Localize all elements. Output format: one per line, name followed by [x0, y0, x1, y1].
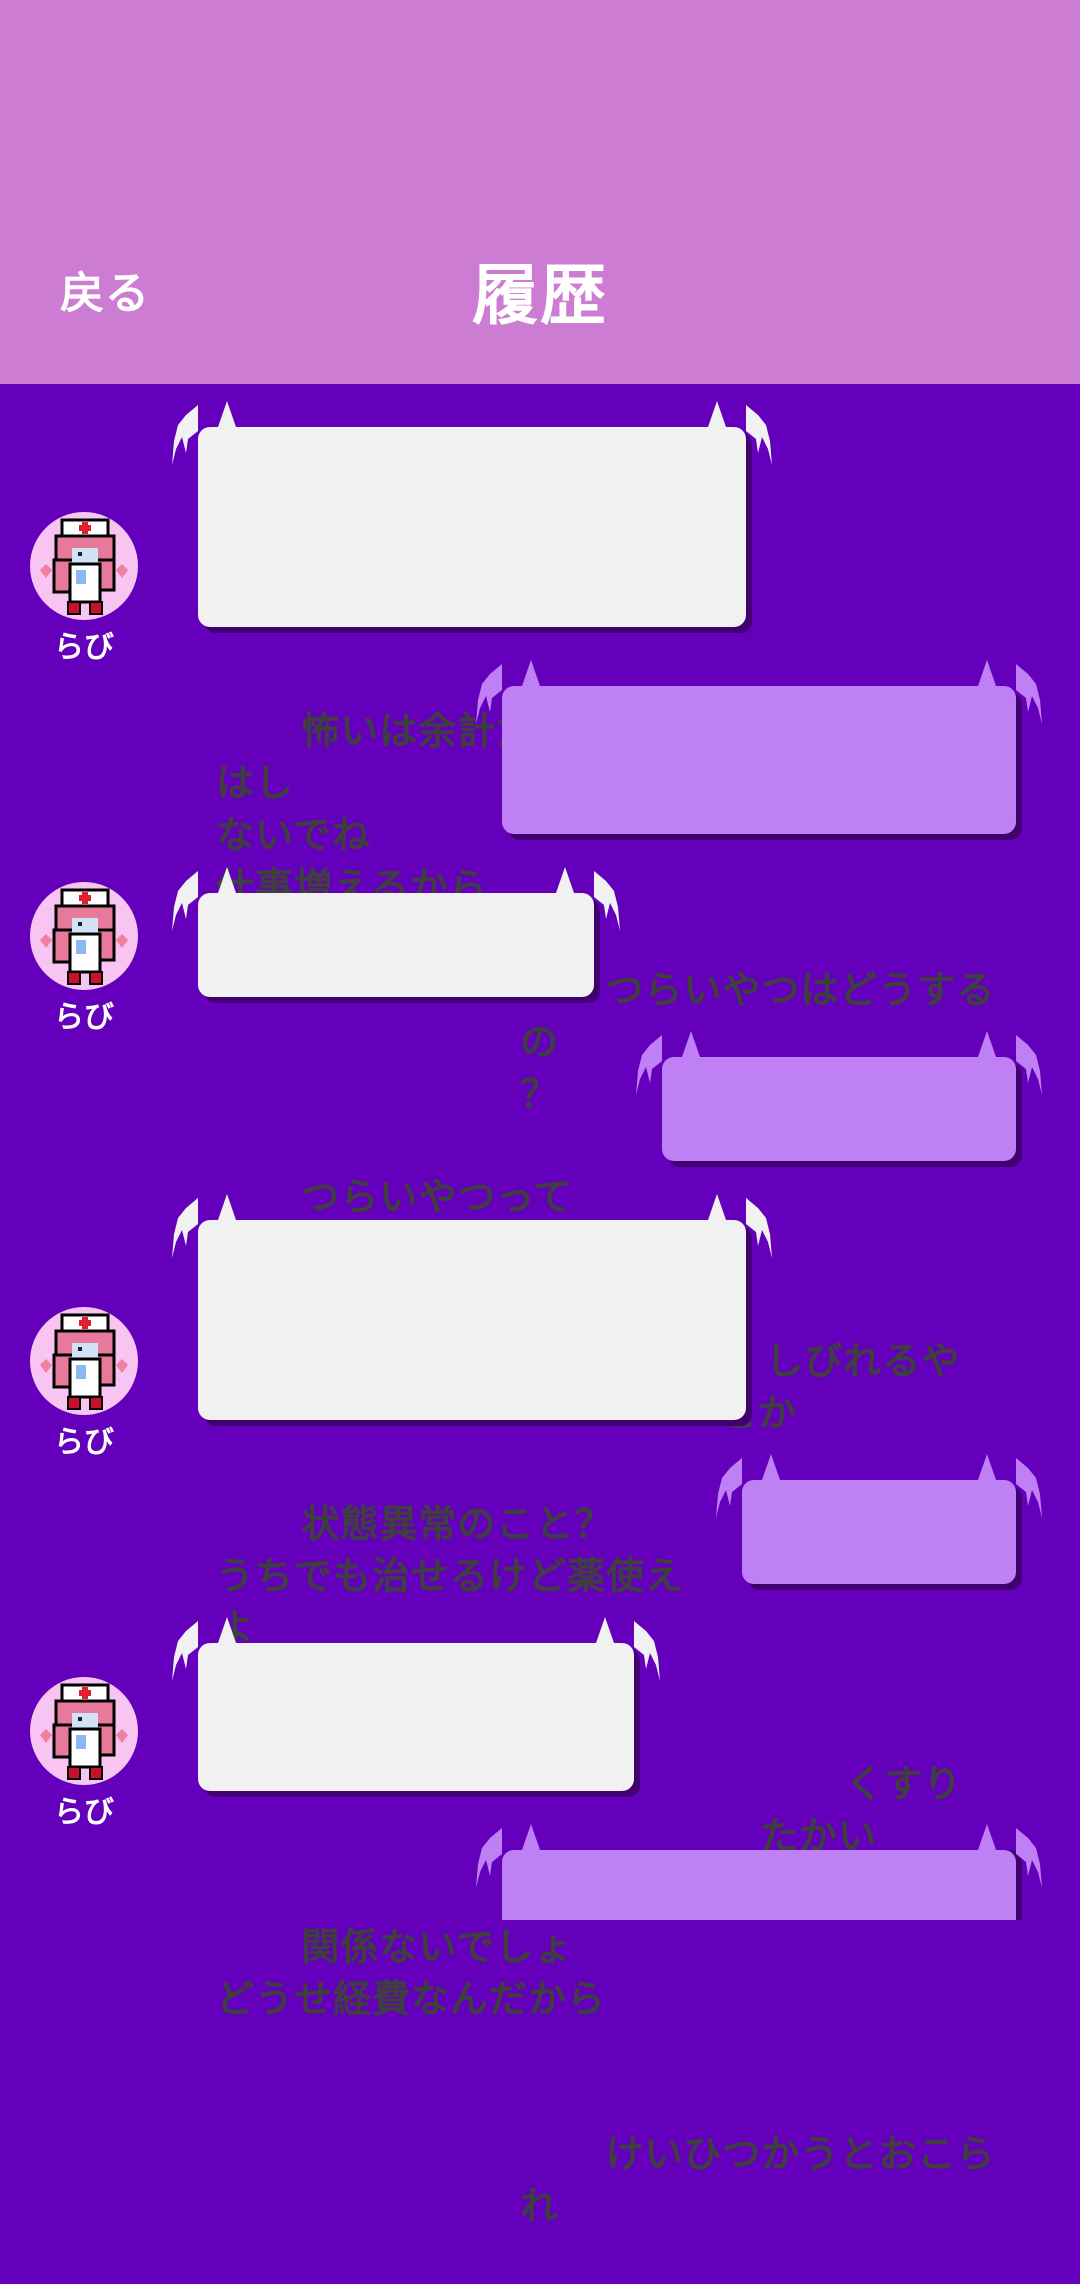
bubble-horn-icon: [556, 867, 574, 893]
bubble-spike-left: [476, 664, 502, 724]
bubble-spike-right: [594, 871, 620, 931]
user-speech-bubble: けいひつかうとおこられ: [476, 1824, 1042, 2228]
nurse-character-icon: [40, 518, 128, 615]
speaker-name: らび: [54, 1795, 114, 1830]
bubble-horn-icon: [978, 1031, 996, 1057]
bubble-spike-left: [172, 1621, 198, 1681]
bubble-spike-right: [634, 1621, 660, 1681]
bubble-horn-icon: [978, 660, 996, 686]
bubble-horn-icon: [596, 1617, 614, 1643]
bubble-horn-icon: [762, 1454, 780, 1480]
bubble-horn-icon: [522, 660, 540, 686]
bubble-horn-icon: [218, 1617, 236, 1643]
header-bar: 戻る 履歴: [0, 0, 1080, 384]
avatar: [30, 1307, 138, 1415]
bubble-spike-left: [636, 1035, 662, 1095]
avatar: [30, 512, 138, 620]
bubble-horn-icon: [218, 1194, 236, 1220]
nurse-character-icon: [40, 1313, 128, 1410]
avatar: [30, 1677, 138, 1785]
message-text: くすりたかい: [760, 1762, 963, 1858]
nurse-character-icon: [40, 1683, 128, 1780]
nurse-character-icon: [40, 888, 128, 985]
bubble-spike-right: [746, 405, 772, 465]
speaker-name: らび: [54, 630, 114, 665]
bubble-spike-right: [1016, 1458, 1042, 1518]
bubble-spike-left: [172, 1198, 198, 1258]
bubble-spike-right: [746, 1198, 772, 1258]
bubble-horn-icon: [978, 1824, 996, 1850]
message-text: けいひつかうとおこられ: [520, 2132, 996, 2228]
bubble-horn-icon: [218, 401, 236, 427]
bubble-horn-icon: [978, 1454, 996, 1480]
speaker-name: らび: [54, 1425, 114, 1460]
bubble-spike-right: [1016, 1035, 1042, 1095]
bubble-horn-icon: [682, 1031, 700, 1057]
bubble-spike-right: [1016, 664, 1042, 724]
bubble-spike-left: [172, 405, 198, 465]
user-speech-bubble: しびれるやつとか: [636, 1031, 1042, 1435]
npc-speech-bubble: 怖いは余計だけど怪我はし ないでね 仕事増えるから: [172, 401, 772, 909]
page-title: 履歴: [472, 257, 608, 334]
speaker-name: らび: [54, 1000, 114, 1035]
bubble-spike-left: [716, 1458, 742, 1518]
bubble-horn-icon: [708, 1194, 726, 1220]
npc-speech-bubble: 関係ないでしょ どうせ経費なんだから: [172, 1617, 660, 2021]
bubble-spike-left: [172, 871, 198, 931]
bubble-horn-icon: [522, 1824, 540, 1850]
bubble-horn-icon: [218, 867, 236, 893]
user-speech-bubble: つらいやつはどうするの ？: [476, 660, 1042, 1116]
npc-speech-bubble: つらいやつって何？: [172, 867, 620, 1271]
user-speech-bubble: くすりたかい: [716, 1454, 1042, 1858]
bubble-spike-left: [476, 1828, 502, 1888]
avatar: [30, 882, 138, 990]
bubble-horn-icon: [708, 401, 726, 427]
npc-speech-bubble: 状態異常のこと？ うちでも治せるけど薬使え よ: [172, 1194, 772, 1650]
bubble-spike-right: [1016, 1828, 1042, 1888]
